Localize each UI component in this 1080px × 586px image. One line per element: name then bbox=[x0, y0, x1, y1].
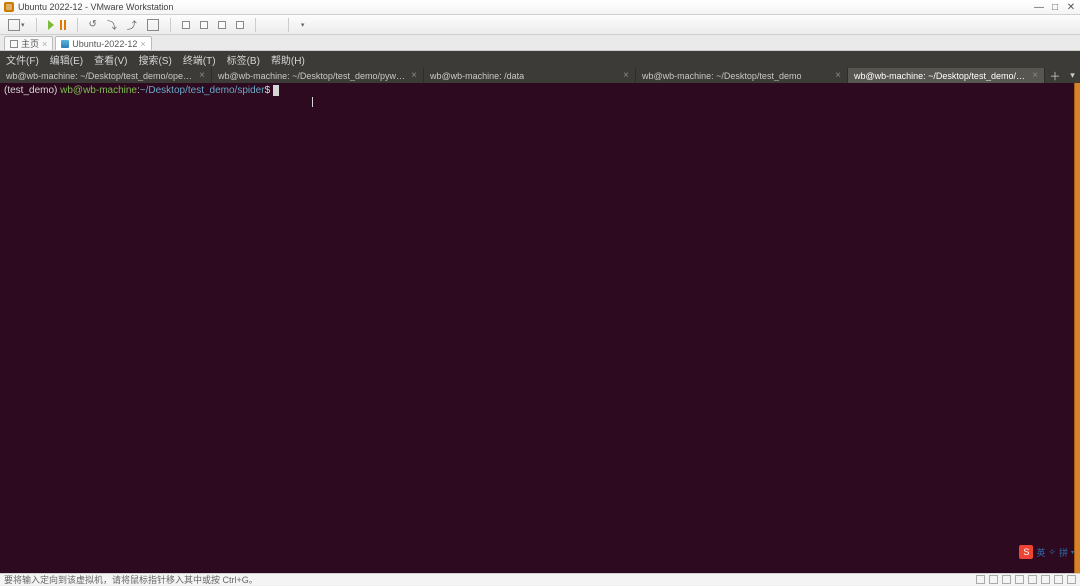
stretch-button[interactable]: ▾ bbox=[298, 19, 307, 31]
tab-close-icon[interactable]: × bbox=[42, 39, 47, 49]
status-device-icons bbox=[976, 575, 1076, 584]
fullscreen-button[interactable] bbox=[265, 19, 279, 31]
snapshot-manage-button[interactable]: ⤴ bbox=[125, 15, 139, 34]
device-display-icon[interactable] bbox=[1054, 575, 1063, 584]
text-caret-icon bbox=[312, 97, 313, 107]
power-on-button[interactable] bbox=[46, 18, 56, 32]
tab-close-icon[interactable]: × bbox=[140, 39, 145, 49]
separator bbox=[36, 18, 37, 32]
menu-search[interactable]: 搜索(S) bbox=[138, 52, 171, 67]
terminal-tab-label: wb@wb-machine: ~/Desktop/test_demo/openc… bbox=[6, 71, 195, 81]
terminal-tab[interactable]: wb@wb-machine: ~/Desktop/test_demo/openc… bbox=[0, 68, 212, 83]
prompt-userhost: wb@wb-machine bbox=[60, 85, 137, 96]
terminal-tab-label: wb@wb-machine: ~/Desktop/test_demo/spide… bbox=[854, 71, 1028, 81]
minimize-button[interactable]: — bbox=[1032, 2, 1046, 13]
device-usb-icon[interactable] bbox=[1015, 575, 1024, 584]
tab-close-icon[interactable]: × bbox=[199, 70, 205, 81]
terminal-tab-label: wb@wb-machine: /data bbox=[430, 71, 524, 81]
multi-monitor-button[interactable] bbox=[216, 19, 228, 31]
ime-caret-icon[interactable]: ▾ bbox=[1071, 549, 1074, 556]
snapshot-revert-button[interactable]: ⤵ bbox=[105, 15, 119, 34]
ime-mode-2[interactable]: 拼 bbox=[1059, 546, 1068, 559]
app-icon bbox=[4, 2, 14, 12]
device-extra-icon[interactable] bbox=[1067, 575, 1076, 584]
terminal-scrollbar[interactable] bbox=[1074, 83, 1080, 573]
fit-window-button[interactable] bbox=[198, 19, 210, 31]
device-net-icon[interactable] bbox=[1002, 575, 1011, 584]
vmware-toolbar: ▾ ↺ ⤵ ⤴ ▾ bbox=[0, 15, 1080, 35]
device-cd-icon[interactable] bbox=[989, 575, 998, 584]
tab-overflow-button[interactable]: ▾ bbox=[1065, 68, 1080, 83]
snapshot-take-button[interactable]: ↺ bbox=[87, 17, 99, 32]
prompt-dollar: $ bbox=[265, 85, 271, 96]
tab-close-icon[interactable]: × bbox=[1032, 70, 1038, 81]
terminal-cursor bbox=[273, 85, 279, 96]
snapshot-button[interactable] bbox=[145, 17, 161, 33]
device-printer-icon[interactable] bbox=[1041, 575, 1050, 584]
workstation-menu[interactable]: ▾ bbox=[6, 17, 27, 33]
menu-edit[interactable]: 编辑(E) bbox=[50, 52, 83, 67]
menu-view[interactable]: 查看(V) bbox=[94, 52, 127, 67]
menu-help[interactable]: 帮助(H) bbox=[271, 52, 305, 67]
menu-terminal[interactable]: 终端(T) bbox=[183, 52, 216, 67]
home-icon bbox=[10, 40, 18, 48]
maximize-button[interactable]: □ bbox=[1048, 2, 1062, 13]
prompt-venv: (test_demo) bbox=[4, 85, 57, 96]
separator bbox=[255, 18, 256, 32]
vm-display: 文件(F) 编辑(E) 查看(V) 搜索(S) 终端(T) 标签(B) 帮助(H… bbox=[0, 51, 1080, 573]
vm-icon bbox=[61, 40, 69, 48]
separator bbox=[170, 18, 171, 32]
ime-separator-icon: ✧ bbox=[1048, 547, 1056, 558]
terminal-tab-label: wb@wb-machine: ~/Desktop/test_demo/pywo… bbox=[218, 71, 407, 81]
terminal-menubar: 文件(F) 编辑(E) 查看(V) 搜索(S) 终端(T) 标签(B) 帮助(H… bbox=[0, 51, 1080, 68]
vmware-status-bar: 要将输入定向到该虚拟机，请将鼠标指针移入其中或按 Ctrl+G。 bbox=[0, 573, 1080, 585]
menu-tabs[interactable]: 标签(B) bbox=[227, 52, 260, 67]
separator bbox=[288, 18, 289, 32]
vm-tab-bar: 主页 × Ubuntu-2022-12 × bbox=[0, 35, 1080, 51]
ime-indicator[interactable]: S 英 ✧ 拼 ▾ bbox=[1019, 545, 1074, 559]
tab-close-icon[interactable]: × bbox=[411, 70, 417, 81]
pause-button[interactable] bbox=[56, 18, 68, 32]
new-tab-button[interactable]: ＋ bbox=[1045, 68, 1065, 83]
device-sound-icon[interactable] bbox=[1028, 575, 1037, 584]
tab-close-icon[interactable]: × bbox=[623, 70, 629, 81]
window-title: Ubuntu 2022-12 - VMware Workstation bbox=[18, 2, 173, 12]
close-button[interactable]: ✕ bbox=[1064, 2, 1078, 13]
separator bbox=[77, 18, 78, 32]
ime-logo-icon: S bbox=[1019, 545, 1033, 559]
menu-file[interactable]: 文件(F) bbox=[6, 52, 39, 67]
view-group bbox=[180, 19, 246, 31]
device-hdd-icon[interactable] bbox=[976, 575, 985, 584]
terminal-tab[interactable]: wb@wb-machine: ~/Desktop/test_demo/pywo…… bbox=[212, 68, 424, 83]
prompt-path: ~/Desktop/test_demo/spider bbox=[140, 85, 265, 96]
tab-vm[interactable]: Ubuntu-2022-12 × bbox=[55, 36, 151, 50]
power-controls bbox=[46, 18, 68, 32]
terminal-tab-label: wb@wb-machine: ~/Desktop/test_demo bbox=[642, 71, 801, 81]
tab-home-label: 主页 bbox=[21, 37, 39, 50]
menu-group: ▾ bbox=[6, 17, 27, 33]
terminal-tab-bar: wb@wb-machine: ~/Desktop/test_demo/openc… bbox=[0, 68, 1080, 83]
ime-mode-1[interactable]: 英 bbox=[1036, 546, 1045, 559]
fit-guest-button[interactable] bbox=[180, 19, 192, 31]
terminal-tab-active[interactable]: wb@wb-machine: ~/Desktop/test_demo/spide… bbox=[848, 68, 1045, 83]
unity-button[interactable] bbox=[234, 19, 246, 31]
terminal-body[interactable]: (test_demo) wb@wb-machine : ~/Desktop/te… bbox=[0, 83, 1080, 573]
prompt-line: (test_demo) wb@wb-machine : ~/Desktop/te… bbox=[4, 85, 1076, 96]
tab-vm-label: Ubuntu-2022-12 bbox=[72, 39, 137, 49]
terminal-tab[interactable]: wb@wb-machine: /data × bbox=[424, 68, 636, 83]
stretch-group: ▾ bbox=[298, 19, 307, 31]
window-controls: — □ ✕ bbox=[1032, 2, 1080, 13]
tab-close-icon[interactable]: × bbox=[835, 70, 841, 81]
terminal-tab[interactable]: wb@wb-machine: ~/Desktop/test_demo × bbox=[636, 68, 848, 83]
window-title-bar: Ubuntu 2022-12 - VMware Workstation — □ … bbox=[0, 0, 1080, 15]
tab-home[interactable]: 主页 × bbox=[4, 36, 53, 50]
fullscreen-group bbox=[265, 19, 279, 31]
status-text: 要将输入定向到该虚拟机，请将鼠标指针移入其中或按 Ctrl+G。 bbox=[4, 573, 258, 586]
snapshot-group: ↺ ⤵ ⤴ bbox=[87, 15, 161, 34]
